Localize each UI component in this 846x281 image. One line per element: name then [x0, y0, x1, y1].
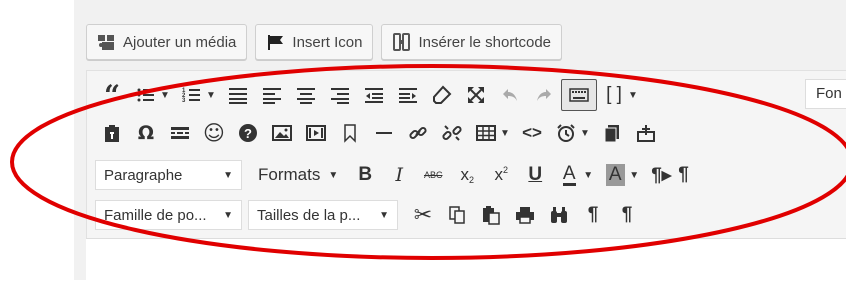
align-right-icon[interactable] — [323, 80, 357, 110]
svg-text:3: 3 — [182, 98, 186, 104]
chevron-down-icon: ▼ — [223, 209, 233, 221]
toolbar-row-2: Ω ☺ ? ▼ <> ▼ — [95, 116, 663, 150]
font-field[interactable]: Fon — [805, 79, 846, 109]
rtl-paragraph-icon[interactable]: ¶ — [678, 160, 702, 190]
svg-text:?: ? — [244, 126, 252, 141]
paragraph-select[interactable]: Paragraphe ▼ — [95, 160, 242, 190]
formats-menu[interactable]: Formats ▼ — [258, 165, 338, 185]
font-family-value: Famille de po... — [104, 206, 207, 224]
chevron-down-icon[interactable]: ▼ — [579, 118, 591, 148]
toolbar-row-4: Famille de po... ▼ Tailles de la p... ▼ … — [95, 198, 644, 232]
outdent-icon[interactable] — [357, 80, 391, 110]
align-center-icon[interactable] — [289, 80, 323, 110]
media-icon — [98, 35, 114, 50]
unlink-icon[interactable] — [435, 118, 469, 148]
code-icon[interactable]: <> — [515, 118, 549, 148]
toolbar-row-3: Paragraphe ▼ Formats ▼ B I ABC x2 x2 U A… — [95, 158, 702, 192]
add-media-button[interactable]: Ajouter un média — [86, 24, 248, 60]
paragraph-select-value: Paragraphe — [104, 166, 183, 184]
numbered-list-icon[interactable]: 123 — [175, 80, 209, 110]
chevron-down-icon[interactable]: ▼ — [582, 160, 594, 190]
image-icon[interactable] — [265, 118, 299, 148]
scissors-icon[interactable]: ✂ — [406, 200, 440, 230]
keyboard-icon[interactable] — [561, 79, 597, 111]
chevron-down-icon: ▼ — [328, 169, 339, 181]
formats-label: Formats — [258, 165, 321, 184]
omega-icon[interactable]: Ω — [129, 118, 163, 148]
shortcode-icon — [393, 33, 411, 51]
shortcode-brackets-icon[interactable]: [ ] — [597, 80, 631, 110]
strikethrough-icon[interactable]: ABC — [416, 160, 450, 190]
binoculars-icon[interactable] — [542, 200, 576, 230]
justify-icon[interactable] — [221, 80, 255, 110]
underline-icon[interactable]: U — [518, 160, 552, 190]
chevron-down-icon: ▼ — [379, 209, 389, 221]
chevron-down-icon[interactable]: ▼ — [627, 80, 639, 110]
align-left-icon[interactable] — [255, 80, 289, 110]
font-size-select[interactable]: Tailles de la p... ▼ — [248, 200, 398, 230]
font-family-select[interactable]: Famille de po... ▼ — [95, 200, 242, 230]
blockquote-icon[interactable]: “ — [95, 79, 129, 112]
link-icon[interactable] — [401, 118, 435, 148]
smiley-icon[interactable]: ☺ — [197, 118, 231, 148]
superscript-icon[interactable]: x2 — [484, 160, 518, 190]
chevron-down-icon[interactable]: ▼ — [499, 118, 511, 148]
insert-icon-button[interactable]: Insert Icon — [255, 24, 374, 60]
undo-icon[interactable] — [493, 80, 527, 110]
help-icon[interactable]: ? — [231, 118, 265, 148]
fullscreen-icon[interactable] — [459, 80, 493, 110]
show-blocks-icon[interactable]: ¶ — [610, 200, 644, 230]
media-buttons-bar: Ajouter un média Insert Icon Insérer le … — [86, 24, 563, 62]
table-icon[interactable] — [469, 118, 503, 148]
bullet-list-icon[interactable] — [129, 80, 163, 110]
redo-icon[interactable] — [527, 80, 561, 110]
text-color-icon[interactable]: A — [552, 160, 586, 190]
chevron-down-icon[interactable]: ▼ — [159, 80, 171, 110]
chevron-down-icon[interactable]: ▼ — [628, 160, 640, 190]
flag-icon — [268, 35, 284, 50]
insert-shortcode-label: Insérer le shortcode — [418, 33, 552, 51]
editor-content-area[interactable] — [86, 238, 846, 281]
bookmark-icon[interactable] — [333, 118, 367, 148]
paste-icon[interactable] — [474, 200, 508, 230]
copy-page-icon[interactable] — [595, 118, 629, 148]
video-icon[interactable] — [299, 118, 333, 148]
insert-icon[interactable] — [629, 118, 663, 148]
copy-icon[interactable] — [440, 200, 474, 230]
toolbar-row-1: “ ▼ 123 ▼ [ ] ▼ — [95, 78, 643, 112]
indent-icon[interactable] — [391, 80, 425, 110]
italic-icon[interactable]: I — [382, 160, 416, 190]
insert-icon-label: Insert Icon — [292, 33, 363, 51]
paste-text-icon[interactable] — [95, 118, 129, 148]
alarm-clock-icon[interactable] — [549, 118, 583, 148]
chevron-down-icon: ▼ — [223, 169, 233, 181]
bold-icon[interactable]: B — [348, 160, 382, 190]
font-size-value: Tailles de la p... — [257, 206, 361, 224]
chevron-down-icon[interactable]: ▼ — [205, 80, 217, 110]
paragraph-mark-icon[interactable]: ¶ — [576, 200, 610, 230]
ltr-paragraph-icon[interactable]: ¶▸ — [644, 160, 678, 190]
print-icon[interactable] — [508, 200, 542, 230]
horizontal-line-icon[interactable] — [367, 118, 401, 148]
background-color-icon[interactable]: A — [598, 160, 632, 190]
subscript-icon[interactable]: x2 — [450, 160, 484, 190]
insert-shortcode-button[interactable]: Insérer le shortcode — [381, 24, 563, 60]
eraser-icon[interactable] — [425, 80, 459, 110]
read-more-icon[interactable] — [163, 118, 197, 148]
add-media-label: Ajouter un média — [123, 33, 237, 51]
